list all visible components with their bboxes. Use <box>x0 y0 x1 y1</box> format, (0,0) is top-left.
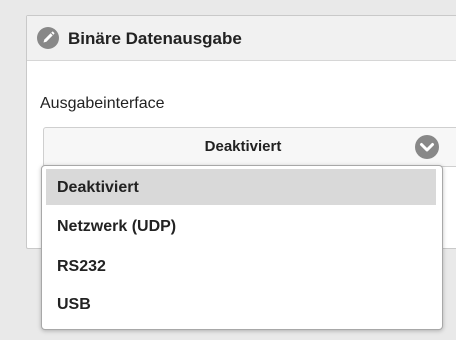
option-label: USB <box>57 296 91 313</box>
option-label: RS232 <box>57 258 106 275</box>
panel-header: Binäre Datenausgabe <box>27 16 456 61</box>
option-deaktiviert[interactable]: Deaktiviert <box>46 169 436 205</box>
option-label: Deaktiviert <box>57 179 139 196</box>
panel-title: Binäre Datenausgabe <box>68 29 242 48</box>
chevron-down-icon <box>415 135 439 159</box>
output-interface-select[interactable]: Deaktiviert <box>43 127 456 167</box>
output-interface-dropdown: Deaktiviert Netzwerk (UDP) RS232 USB <box>41 165 443 330</box>
option-usb[interactable]: USB <box>46 286 436 322</box>
output-interface-label: Ausgabeinterface <box>40 95 165 112</box>
option-netzwerk-udp[interactable]: Netzwerk (UDP) <box>46 208 436 244</box>
select-current-value: Deaktiviert <box>204 138 282 155</box>
option-label: Netzwerk (UDP) <box>57 218 177 235</box>
option-rs232[interactable]: RS232 <box>46 248 436 284</box>
pencil-icon <box>37 27 59 49</box>
